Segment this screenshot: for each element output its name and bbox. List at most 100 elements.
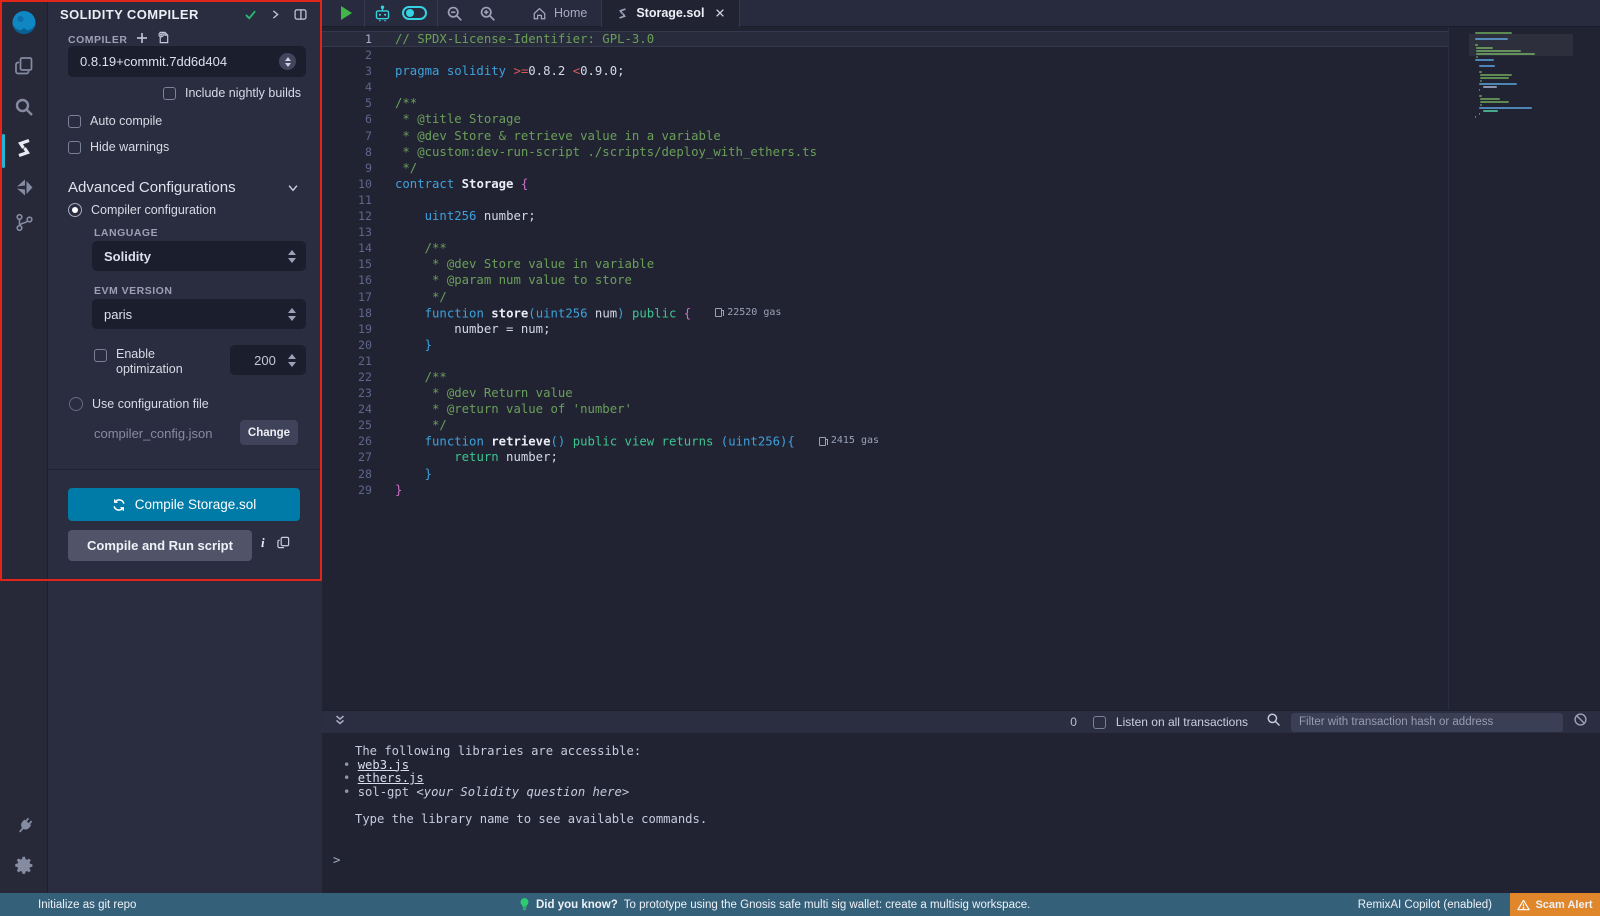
code-line[interactable]: 22 /** [322, 369, 1448, 385]
deploy-and-run-icon[interactable] [0, 176, 48, 198]
zoom-in-icon[interactable] [479, 5, 496, 22]
optimization-runs-value: 200 [242, 353, 288, 368]
change-config-button[interactable]: Change [240, 420, 298, 445]
plugin-manager-icon[interactable] [0, 815, 48, 836]
remix-logo-icon[interactable] [0, 8, 48, 38]
code-line[interactable]: 23 * @dev Return value [322, 385, 1448, 401]
code-line[interactable]: 8 * @custom:dev-run-script ./scripts/dep… [322, 144, 1448, 160]
compiler-version-select[interactable]: 0.8.19+commit.7dd6d404 [68, 46, 306, 77]
advanced-chevron-down-icon[interactable] [286, 181, 300, 200]
lightbulb-icon [519, 897, 530, 912]
code-line-text: pragma solidity >=0.8.2 <0.9.0; [378, 63, 625, 79]
close-tab-icon[interactable] [715, 8, 725, 18]
did-you-know-tip: Did you know? To prototype using the Gno… [519, 897, 1030, 912]
code-line[interactable]: 7 * @dev Store & retrieve value in a var… [322, 128, 1448, 144]
code-line[interactable]: 17 */ [322, 289, 1448, 305]
runs-spinner-icon [288, 354, 296, 367]
code-line[interactable]: 13 [322, 224, 1448, 240]
clear-console-icon[interactable] [1573, 712, 1588, 732]
code-line[interactable]: 20 } [322, 337, 1448, 353]
code-line[interactable]: 18 function store(uint256 num) public {2… [322, 305, 1448, 321]
code-line-text: * @return value of 'number' [378, 401, 632, 417]
minimap-line [1475, 62, 1567, 64]
line-number: 6 [322, 111, 378, 127]
use-config-file-radio[interactable] [69, 397, 83, 411]
advanced-configurations-title[interactable]: Advanced Configurations [68, 179, 236, 196]
code-line-text: */ [378, 417, 447, 433]
line-number: 3 [322, 63, 378, 79]
code-line[interactable]: 6 * @title Storage [322, 111, 1448, 127]
code-line[interactable]: 3pragma solidity >=0.8.2 <0.9.0; [322, 63, 1448, 79]
evm-version-select[interactable]: paris [92, 299, 306, 329]
code-editor[interactable]: 1// SPDX-License-Identifier: GPL-3.023pr… [322, 27, 1600, 710]
remixai-robot-icon[interactable] [373, 4, 392, 23]
library-link[interactable]: web3.js [358, 758, 409, 772]
listen-transactions-checkbox[interactable] [1093, 716, 1106, 729]
code-line[interactable]: 2 [322, 47, 1448, 63]
evm-version-label: EVM VERSION [94, 285, 172, 297]
code-line[interactable]: 5/** [322, 95, 1448, 111]
enable-optimization-checkbox[interactable] [94, 349, 107, 362]
settings-gear-icon[interactable] [0, 855, 48, 876]
init-git-repo-button[interactable]: Initialize as git repo [38, 899, 136, 911]
line-number: 18 [322, 305, 378, 321]
auto-compile-checkbox[interactable] [68, 115, 81, 128]
compiler-configuration-radio[interactable] [68, 203, 82, 217]
terminal-prompt[interactable]: > [322, 854, 1600, 868]
code-line-text: * @param num value to store [378, 272, 632, 288]
collapse-terminal-icon[interactable] [333, 713, 347, 732]
solidity-compiler-icon[interactable] [0, 137, 48, 159]
hide-warnings-checkbox[interactable] [68, 141, 81, 154]
code-line[interactable]: 15 * @dev Store value in variable [322, 256, 1448, 272]
compile-button[interactable]: Compile Storage.sol [68, 488, 300, 521]
code-line-text: return number; [378, 449, 558, 465]
fuel-pump-icon [715, 308, 722, 317]
library-link[interactable]: ethers.js [358, 771, 424, 785]
transaction-filter-input[interactable] [1291, 713, 1563, 732]
code-line[interactable]: 19 number = num; [322, 321, 1448, 337]
terminal-output[interactable]: The following libraries are accessible:•… [322, 733, 1600, 893]
include-nightly-checkbox[interactable] [163, 87, 176, 100]
optimization-runs-input[interactable]: 200 [230, 345, 306, 375]
minimap-line [1475, 92, 1567, 94]
code-line[interactable]: 27 return number; [322, 449, 1448, 465]
code-line[interactable]: 12 uint256 number; [322, 208, 1448, 224]
code-line[interactable]: 14 /** [322, 240, 1448, 256]
code-line[interactable]: 4 [322, 79, 1448, 95]
play-button[interactable] [341, 6, 352, 20]
copilot-status[interactable]: RemixAI Copilot (enabled) [1358, 899, 1492, 911]
code-line[interactable]: 9 */ [322, 160, 1448, 176]
code-line[interactable]: 21 [322, 353, 1448, 369]
minimap[interactable] [1475, 32, 1567, 119]
copilot-toggle[interactable] [402, 6, 427, 20]
copy-icon[interactable] [277, 536, 290, 554]
file-explorer-icon[interactable] [0, 55, 48, 77]
code-line[interactable]: 16 * @param num value to store [322, 272, 1448, 288]
pin-panel-icon[interactable] [293, 7, 308, 27]
tab-storage-sol[interactable]: Storage.sol [601, 0, 740, 27]
chevron-right-icon[interactable] [269, 8, 282, 26]
code-line-text: * @custom:dev-run-script ./scripts/deplo… [378, 144, 817, 160]
code-line[interactable]: 1// SPDX-License-Identifier: GPL-3.0 [322, 31, 1448, 47]
code-line-text: } [378, 482, 402, 498]
compile-and-run-button[interactable]: Compile and Run script [68, 530, 252, 561]
minimap-line [1480, 74, 1512, 76]
code-line[interactable]: 28 } [322, 466, 1448, 482]
language-select[interactable]: Solidity [92, 241, 306, 271]
search-icon[interactable] [0, 96, 48, 118]
terminal-search-icon[interactable] [1266, 712, 1281, 732]
code-line[interactable]: 11 [322, 192, 1448, 208]
terminal-line: The following libraries are accessible: [322, 745, 1600, 759]
git-icon[interactable] [0, 212, 48, 233]
code-line[interactable]: 25 */ [322, 417, 1448, 433]
scam-alert-button[interactable]: Scam Alert [1510, 893, 1600, 916]
code-line[interactable]: 24 * @return value of 'number' [322, 401, 1448, 417]
code-line[interactable]: 26 function retrieve() public view retur… [322, 433, 1448, 449]
zoom-out-icon[interactable] [446, 5, 463, 22]
info-icon[interactable]: i [261, 535, 265, 551]
minimap-slider[interactable] [1469, 34, 1573, 56]
code-line[interactable]: 10contract Storage { [322, 176, 1448, 192]
tab-home[interactable]: Home [518, 0, 601, 27]
refresh-icon [112, 498, 126, 512]
code-line[interactable]: 29} [322, 482, 1448, 498]
